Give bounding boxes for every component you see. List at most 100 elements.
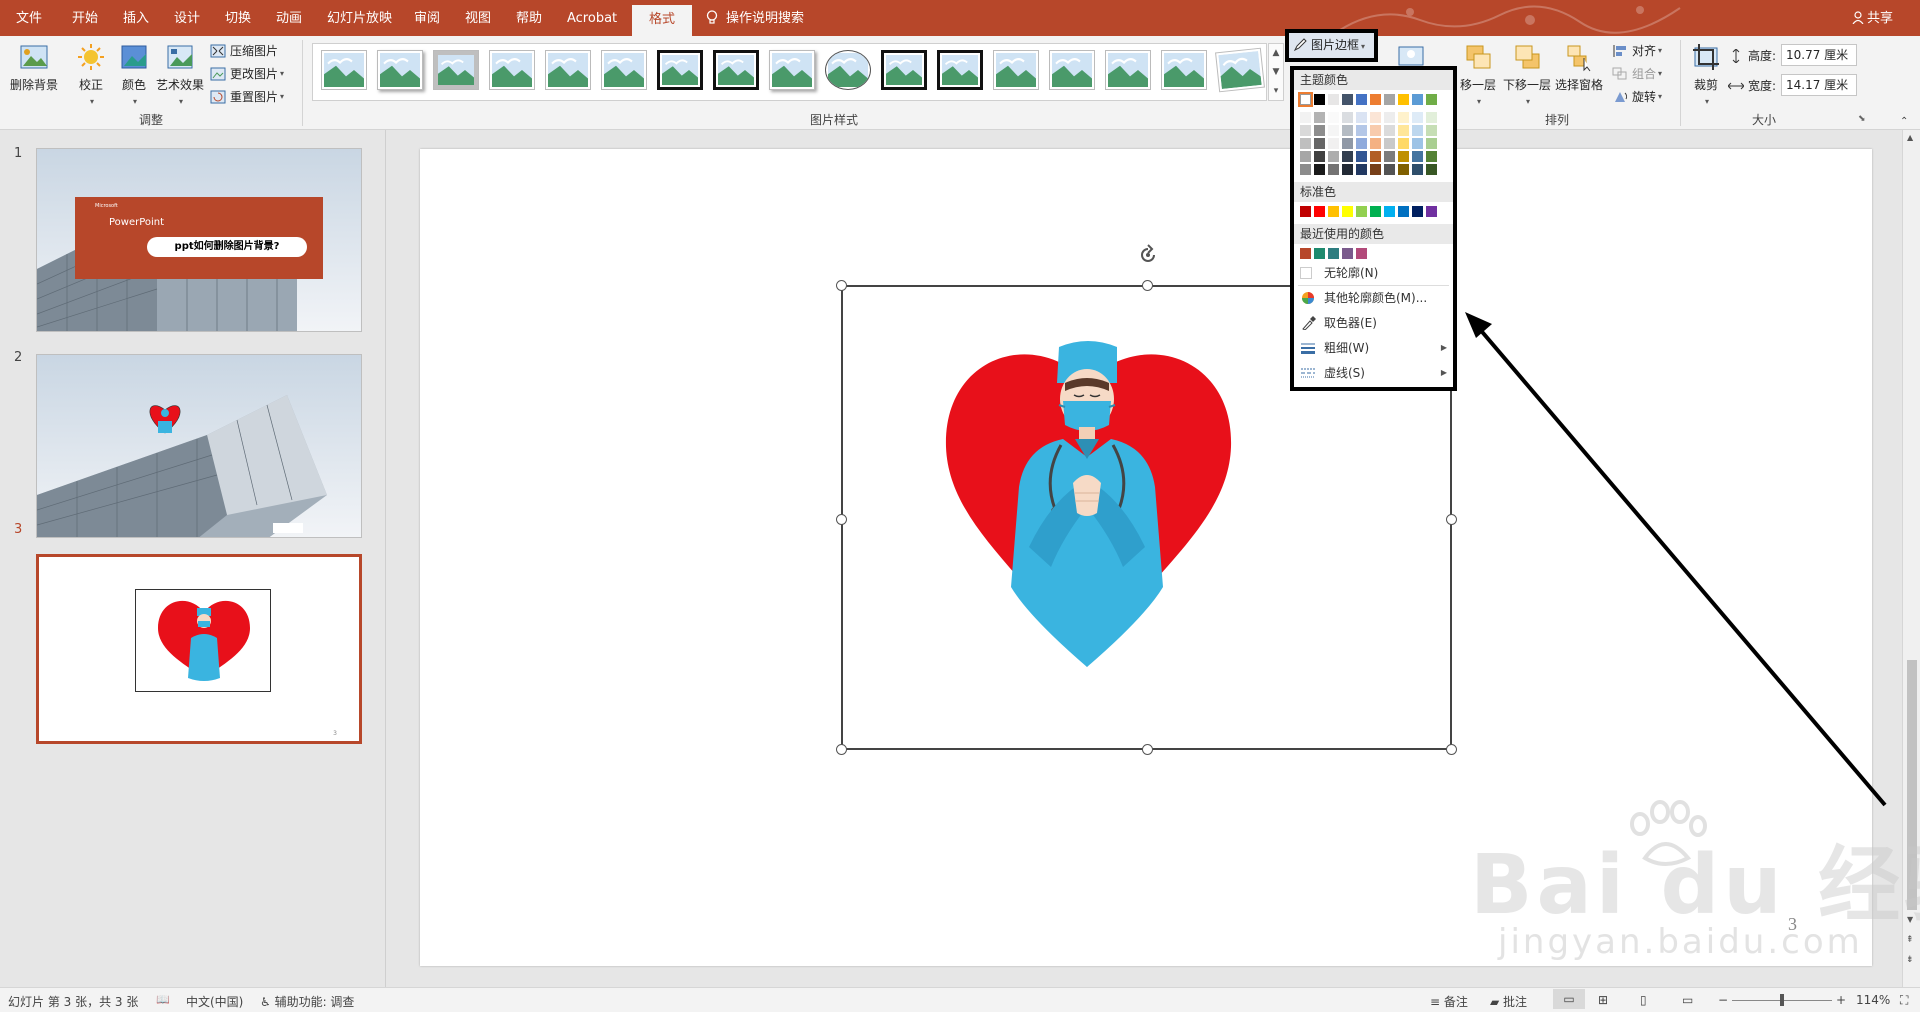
resize-handle[interactable] xyxy=(1446,514,1457,525)
crop-button[interactable]: 裁剪 ▾ xyxy=(1688,42,1724,107)
vertical-scrollbar[interactable]: ▲ ▼ ⇞ ⇟ xyxy=(1902,130,1920,987)
picture-effects-icon[interactable] xyxy=(1396,43,1426,67)
standard-color-swatch[interactable] xyxy=(1300,206,1311,217)
gallery-more-icon[interactable]: ▾ xyxy=(1269,82,1283,101)
rotate-button[interactable]: 旋转 ▾ xyxy=(1612,88,1662,105)
picture-style-thumb[interactable] xyxy=(881,50,927,90)
compress-pictures-button[interactable]: 压缩图片 xyxy=(210,42,278,59)
theme-color-swatch[interactable] xyxy=(1370,151,1381,162)
theme-color-swatch[interactable] xyxy=(1398,125,1409,136)
standard-color-swatch[interactable] xyxy=(1398,206,1409,217)
standard-color-swatch[interactable] xyxy=(1426,206,1437,217)
reading-view-icon[interactable]: ▯ xyxy=(1640,993,1647,1007)
theme-color-swatch[interactable] xyxy=(1370,125,1381,136)
picture-style-thumb[interactable] xyxy=(769,50,815,90)
theme-color-swatch[interactable] xyxy=(1300,164,1311,175)
align-button[interactable]: 对齐 ▾ xyxy=(1612,42,1662,59)
tab-acrobat[interactable]: Acrobat xyxy=(567,0,617,36)
artistic-effects-button[interactable]: 艺术效果 ▾ xyxy=(156,42,204,107)
picture-style-thumb[interactable] xyxy=(545,50,591,90)
gallery-down-icon[interactable]: ▼ xyxy=(1269,63,1283,82)
next-slide-icon[interactable]: ⇟ xyxy=(1906,955,1914,965)
theme-color-swatch[interactable] xyxy=(1314,164,1325,175)
size-dialog-launcher-icon[interactable]: ⬊ xyxy=(1858,114,1866,124)
remove-background-button[interactable]: 删除背景 xyxy=(8,42,60,93)
zoom-out-icon[interactable]: − xyxy=(1718,993,1728,1007)
comments-button[interactable]: ▰ 批注 xyxy=(1490,993,1527,1010)
resize-handle[interactable] xyxy=(836,514,847,525)
picture-style-thumb[interactable] xyxy=(657,50,703,90)
theme-color-swatch[interactable] xyxy=(1370,94,1381,105)
theme-color-swatch[interactable] xyxy=(1426,94,1437,105)
theme-color-swatch[interactable] xyxy=(1384,94,1395,105)
recent-color-swatch[interactable] xyxy=(1342,248,1353,259)
tab-help[interactable]: 帮助 xyxy=(516,0,542,36)
theme-color-swatch[interactable] xyxy=(1342,112,1353,123)
theme-color-swatch[interactable] xyxy=(1384,125,1395,136)
theme-color-swatch[interactable] xyxy=(1426,125,1437,136)
theme-color-swatch[interactable] xyxy=(1356,125,1367,136)
theme-color-swatch[interactable] xyxy=(1412,125,1423,136)
slide-canvas[interactable]: 3 xyxy=(420,149,1872,966)
theme-color-swatch[interactable] xyxy=(1384,138,1395,149)
standard-color-swatch[interactable] xyxy=(1342,206,1353,217)
tab-review[interactable]: 审阅 xyxy=(414,0,440,36)
theme-color-swatch[interactable] xyxy=(1342,94,1353,105)
standard-color-swatch[interactable] xyxy=(1328,206,1339,217)
theme-color-swatch[interactable] xyxy=(1314,151,1325,162)
picture-style-thumb[interactable] xyxy=(825,50,871,90)
picture-style-thumb[interactable] xyxy=(937,50,983,90)
theme-color-swatch[interactable] xyxy=(1398,112,1409,123)
theme-color-swatch[interactable] xyxy=(1356,112,1367,123)
theme-color-swatch[interactable] xyxy=(1298,92,1313,107)
theme-color-swatch[interactable] xyxy=(1412,151,1423,162)
theme-color-swatch[interactable] xyxy=(1356,164,1367,175)
theme-color-swatch[interactable] xyxy=(1356,151,1367,162)
theme-color-swatch[interactable] xyxy=(1300,125,1311,136)
theme-color-swatch[interactable] xyxy=(1328,112,1339,123)
tab-design[interactable]: 设计 xyxy=(174,0,200,36)
theme-color-swatch[interactable] xyxy=(1398,151,1409,162)
standard-color-swatch[interactable] xyxy=(1370,206,1381,217)
recent-color-swatch[interactable] xyxy=(1300,248,1311,259)
picture-style-thumb[interactable] xyxy=(1215,47,1265,93)
tab-insert[interactable]: 插入 xyxy=(123,0,149,36)
theme-color-swatch[interactable] xyxy=(1398,164,1409,175)
zoom-slider-thumb[interactable] xyxy=(1780,994,1784,1006)
change-picture-button[interactable]: 更改图片 ▾ xyxy=(210,65,284,82)
gallery-up-icon[interactable]: ▲ xyxy=(1269,44,1283,63)
bring-forward-button[interactable]: 移一层 ▾ xyxy=(1458,42,1498,107)
slide-sorter-icon[interactable]: ⊞ xyxy=(1598,993,1608,1007)
picture-style-thumb[interactable] xyxy=(489,50,535,90)
scroll-down-icon[interactable]: ▼ xyxy=(1907,915,1913,924)
resize-handle[interactable] xyxy=(1142,744,1153,755)
theme-color-swatch[interactable] xyxy=(1328,151,1339,162)
theme-color-swatch[interactable] xyxy=(1384,164,1395,175)
tab-view[interactable]: 视图 xyxy=(465,0,491,36)
standard-color-swatch[interactable] xyxy=(1356,206,1367,217)
resize-handle[interactable] xyxy=(836,280,847,291)
picture-style-thumb[interactable] xyxy=(1161,50,1207,90)
theme-color-swatch[interactable] xyxy=(1328,164,1339,175)
picture-style-thumb[interactable] xyxy=(601,50,647,90)
zoom-level[interactable]: 114% xyxy=(1856,993,1890,1007)
theme-color-swatch[interactable] xyxy=(1300,112,1311,123)
width-input[interactable]: 14.17 厘米 xyxy=(1781,74,1857,96)
theme-color-swatch[interactable] xyxy=(1342,164,1353,175)
tab-format[interactable]: 格式 xyxy=(632,5,692,36)
tab-animations[interactable]: 动画 xyxy=(276,0,302,36)
theme-color-swatch[interactable] xyxy=(1356,138,1367,149)
theme-color-swatch[interactable] xyxy=(1300,151,1311,162)
picture-style-thumb[interactable] xyxy=(713,50,759,90)
theme-color-swatch[interactable] xyxy=(1342,138,1353,149)
theme-color-swatch[interactable] xyxy=(1426,151,1437,162)
theme-color-swatch[interactable] xyxy=(1314,112,1325,123)
eyedropper-item[interactable]: 取色器(E) xyxy=(1294,312,1453,334)
theme-color-swatch[interactable] xyxy=(1398,138,1409,149)
selection-pane-button[interactable]: 选择窗格 xyxy=(1554,42,1604,93)
group-objects-button[interactable]: 组合 ▾ xyxy=(1612,65,1662,82)
theme-color-swatch[interactable] xyxy=(1328,125,1339,136)
theme-color-swatch[interactable] xyxy=(1384,151,1395,162)
theme-color-swatch[interactable] xyxy=(1426,138,1437,149)
theme-color-swatch[interactable] xyxy=(1370,164,1381,175)
